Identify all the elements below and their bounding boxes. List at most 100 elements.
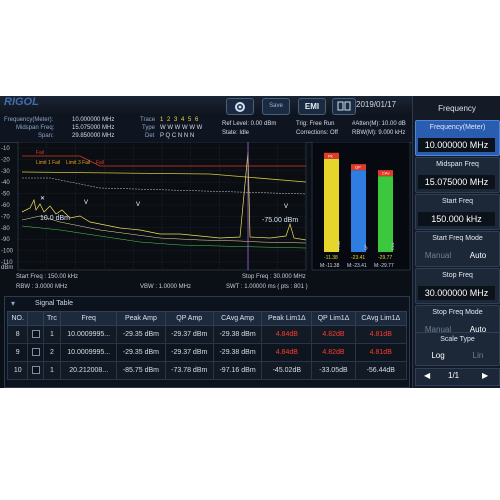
collapse-icon[interactable]: ▾ [11, 299, 15, 308]
y-axis-ticks: -10-20-30-40-50-60-70-80-90-100-110 [1, 146, 14, 266]
signal-table-title: Signal Table [35, 300, 74, 307]
row-checkbox[interactable] [27, 325, 44, 344]
settings-gear-icon[interactable] [226, 98, 254, 115]
cell-qp: -29.37 dBm [164, 325, 214, 344]
col-freq[interactable]: Freq [60, 311, 118, 326]
cell-trc: 1 [42, 361, 62, 380]
start-freq-softkey-label: Start Freq [441, 198, 474, 205]
marker-v-icon-3: V [284, 204, 288, 210]
table-row[interactable]: 9 2 10.0009995... -29.35 dBm -29.37 dBm … [6, 343, 408, 362]
y-tick-label: -60 [1, 203, 10, 209]
freq-meter-softkey[interactable]: Frequency(Meter) 10.000000 MHz [415, 120, 500, 156]
spectrum-plot[interactable]: -10 -20 -30 -40 -50 -60 -70 -80 -90 -100 -110 dBm … [0, 142, 412, 272]
scale-lin[interactable]: Lin [458, 349, 498, 363]
corrections: Corrections: Off [296, 130, 338, 136]
midspan-softkey-value[interactable]: 15.075000 MHz [418, 175, 495, 189]
cell-no: 10 [6, 361, 29, 380]
scale-log[interactable]: Log [418, 349, 458, 363]
save-icon[interactable]: Save [262, 98, 290, 115]
emi-button[interactable]: EMI [298, 98, 326, 115]
cell-cavg-lim: -56.44dB [354, 361, 408, 380]
col-cavg-amp[interactable]: CAvg Amp [212, 311, 263, 326]
table-header-row: NO. Trc Freq Peak Amp QP Amp CAvg Amp Pe… [6, 311, 408, 326]
save-icon-label: Save [269, 103, 283, 109]
state: State: Idle [222, 130, 250, 136]
row-checkbox[interactable] [27, 343, 44, 362]
trace-indicators[interactable]: 1 2 3 4 5 6 [160, 117, 199, 123]
page-indicator: 1/1 [448, 371, 460, 380]
meter-bar-top-label: QP [355, 165, 361, 170]
det-value: P Q C N N N [160, 133, 195, 139]
trig-mode: Trig: Free Run [296, 121, 335, 127]
table-row[interactable]: 8 1 10.0009995... -29.35 dBm -29.37 dBm … [6, 325, 408, 344]
span-value: 29.850000 MHz [72, 133, 115, 139]
prev-page-icon[interactable]: ◀ [424, 371, 430, 380]
row-checkbox[interactable] [27, 361, 44, 380]
stop-freq-softkey[interactable]: Stop Freq 30.000000 MHz [415, 268, 500, 304]
marker-v-icon-1: V [84, 200, 88, 206]
cell-cavg: -29.38 dBm [212, 325, 263, 344]
col-qp-lim[interactable]: QP Lim1Δ [311, 311, 356, 326]
stop-freq-readout: Stop Freq : 30.000 MHz [242, 274, 306, 280]
meter-bars: Pk Peak -11.38 M:-11.38 QP QP -23.41 M:-23.41 CA… [320, 152, 395, 269]
meter-bar-side-label: QP [363, 244, 368, 250]
col-qp-amp[interactable]: QP Amp [164, 311, 214, 326]
cell-peak: -29.35 dBm [116, 343, 166, 362]
signal-table: NO. Trc Freq Peak Amp QP Amp CAvg Amp Pe… [6, 311, 408, 380]
cell-peak-lim: 4.84dB [261, 343, 313, 362]
start-freq-softkey-value[interactable]: 150.000 kHz [418, 212, 495, 226]
col-check[interactable] [27, 311, 44, 326]
y-tick-label: -10 [1, 146, 10, 152]
col-peak-amp[interactable]: Peak Amp [116, 311, 166, 326]
marker-x-icon: ✕ [40, 196, 45, 202]
meter-bar-value: -11.38 [324, 255, 338, 261]
cell-qp: -29.37 dBm [164, 343, 214, 362]
next-page-icon[interactable]: ▶ [482, 371, 488, 380]
start-freq-mode-softkey[interactable]: Start Freq Mode Manual Auto [415, 231, 500, 267]
meter-bar [324, 158, 339, 252]
span-label: Span: [38, 133, 54, 139]
attenuation: #Atten(M): 10.00 dB [352, 121, 406, 127]
type-label: Type [142, 125, 156, 131]
scale-type-softkey[interactable]: Scale Type Log Lin [415, 332, 500, 366]
midspan-label: Midspan Freq: [16, 125, 55, 131]
spectrum-svg: -10-20-30-40-50-60-70-80-90-100-110 dBm … [1, 142, 411, 271]
start-mode-auto[interactable]: Auto [458, 249, 498, 263]
start-freq-softkey[interactable]: Start Freq 150.000 kHz [415, 194, 500, 230]
cell-qp-lim: 4.82dB [311, 325, 356, 344]
col-trc[interactable]: Trc [42, 311, 62, 326]
cell-peak-lim: 4.84dB [261, 325, 313, 344]
cell-peak: -29.35 dBm [116, 325, 166, 344]
cell-cavg: -97.16 dBm [212, 361, 263, 380]
window-icon[interactable] [332, 98, 356, 115]
limit-label-fail-2: Fail [96, 160, 104, 166]
cell-trc: 1 [42, 325, 62, 344]
y-tick-label: -100 [1, 249, 14, 255]
cell-peak-lim: -45.02dB [261, 361, 313, 380]
limit-label-limit1: Limit 1 Fail [36, 160, 60, 166]
midspan-softkey[interactable]: Midspan Freq 15.075000 MHz [415, 157, 500, 193]
cell-peak: -85.75 dBm [116, 361, 166, 380]
col-peak-lim[interactable]: Peak Lim1Δ [261, 311, 313, 326]
brand-logo: RIGOL [4, 96, 39, 108]
ref-level: Ref Level: 0.00 dBm [222, 121, 277, 127]
rbw-readout: RBW : 3.0000 MHz [16, 284, 68, 290]
cell-qp: -73.78 dBm [164, 361, 214, 380]
start-mode-label: Start Freq Mode [432, 235, 483, 242]
start-mode-manual[interactable]: Manual [418, 249, 458, 263]
freq-meter-softkey-label: Frequency(Meter) [429, 124, 486, 131]
col-no[interactable]: NO. [6, 311, 29, 326]
analyzer-screen: RIGOL Save EMI 2019/01/17 Frequency(Mete… [0, 96, 500, 388]
y-tick-label: -90 [1, 237, 10, 243]
stop-freq-softkey-value[interactable]: 30.000000 MHz [418, 286, 495, 300]
rbw-meter: RBW(M): 9.000 kHz [352, 130, 406, 136]
meter-bar-m-value: M:-23.41 [347, 263, 367, 269]
table-row[interactable]: 10 1 20.212008... -85.75 dBm -73.78 dBm … [6, 361, 408, 380]
midspan-value: 15.075000 MHz [72, 125, 115, 131]
freq-meter-value: 10.000000 MHz [72, 117, 115, 123]
freq-meter-softkey-value[interactable]: 10.000000 MHz [418, 138, 495, 152]
cell-cavg-lim: 4.81dB [354, 325, 408, 344]
sweep-time-readout: SWT : 1.00000 ms ( pts : 801 ) [226, 284, 308, 290]
col-cavg-lim[interactable]: CAvg Lim1Δ [354, 311, 408, 326]
trace-label: Trace [140, 117, 156, 123]
